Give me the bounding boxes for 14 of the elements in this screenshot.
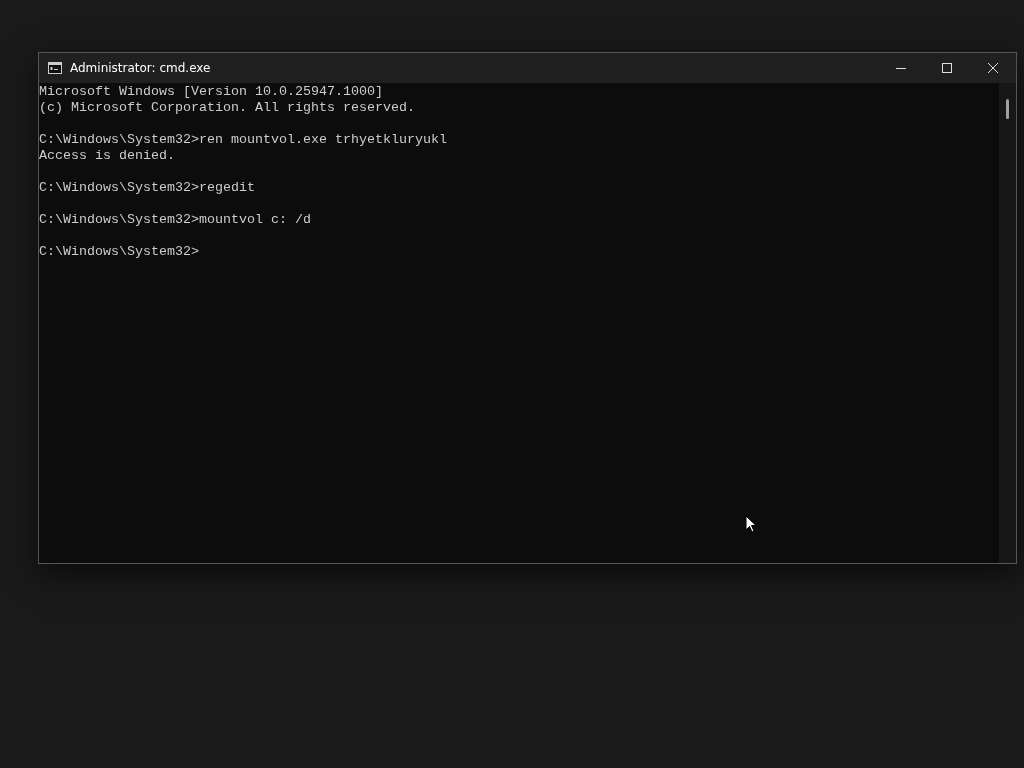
window-title: Administrator: cmd.exe bbox=[70, 61, 212, 75]
console-line: C:\Windows\System32>ren mountvol.exe trhyetkluryukl bbox=[39, 132, 448, 148]
maximize-icon bbox=[941, 62, 953, 74]
console-line: Access is denied. bbox=[39, 148, 176, 164]
console-line: C:\Windows\System32> bbox=[39, 244, 200, 260]
scrollbar-thumb[interactable] bbox=[1006, 99, 1009, 119]
mouse-pointer-icon bbox=[745, 515, 757, 533]
close-icon bbox=[987, 62, 999, 74]
console-line: C:\Windows\System32>mountvol c: /d bbox=[39, 212, 312, 228]
terminal-icon bbox=[48, 62, 62, 74]
console-line: C:\Windows\System32>regedit bbox=[39, 180, 256, 196]
console-line: Microsoft Windows [Version 10.0.25947.1000] bbox=[39, 84, 384, 100]
console-line: (c) Microsoft Corporation. All rights reserved. bbox=[39, 100, 416, 116]
scrollbar[interactable] bbox=[999, 83, 1016, 563]
